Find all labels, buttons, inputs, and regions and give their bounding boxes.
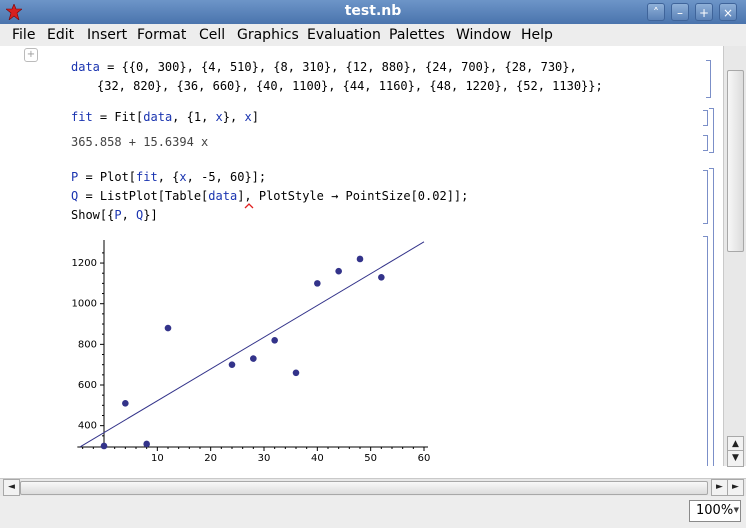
fit-args-2: }, <box>222 110 245 124</box>
window-title: test.nb <box>344 3 402 19</box>
plot-output[interactable]: 10 20 30 40 50 60 400 600 800 1000 1200 <box>60 232 440 466</box>
data-point <box>271 336 278 344</box>
data-point <box>314 280 321 287</box>
add-cell-button[interactable]: + <box>24 48 38 62</box>
x-tick-label: 50 <box>364 453 377 464</box>
cell-bracket-data[interactable] <box>706 60 711 98</box>
data-point <box>100 442 108 450</box>
p-args: , { <box>157 170 180 184</box>
data-point <box>335 267 342 275</box>
q-data-arg: data <box>208 189 238 203</box>
show-p: P <box>114 208 122 222</box>
menu-help[interactable]: Help <box>521 27 553 43</box>
cell-group-bracket-fit[interactable] <box>709 108 714 153</box>
fit-var-x1: x <box>215 110 223 124</box>
menu-file[interactable]: File <box>12 27 35 43</box>
menu-cell[interactable]: Cell <box>199 27 225 43</box>
fit-symbol: fit <box>71 110 93 124</box>
horizontal-scrollbar[interactable]: ◄ ► ► <box>0 478 746 497</box>
cell-bracket-plot-input[interactable] <box>703 170 708 224</box>
p-plot-call: = Plot[ <box>78 170 137 184</box>
vertical-scroll-thumb[interactable] <box>727 70 744 252</box>
fit-line <box>79 241 425 448</box>
data-point <box>292 369 300 377</box>
arrow-down-icon[interactable]: ▼ <box>727 450 744 467</box>
y-tick-label: 1200 <box>72 258 97 269</box>
y-tick-label: 1000 <box>72 299 97 310</box>
arrow-right-end-icon[interactable]: ► <box>727 479 744 496</box>
fit-input[interactable]: fit = Fit[data, {1, x}, x] <box>71 110 259 124</box>
p-fit-arg: fit <box>136 170 158 184</box>
data-point <box>143 440 150 448</box>
p-var-x: x <box>179 170 187 184</box>
vertical-scrollbar[interactable]: ▲ ▼ <box>723 46 746 467</box>
p-tail: , -5, 60}]; <box>186 170 267 184</box>
arrow-right-icon[interactable]: ► <box>711 479 728 496</box>
show-close: }] <box>143 208 158 222</box>
data-point <box>228 361 236 368</box>
data-symbol: data <box>71 60 100 74</box>
data-point <box>378 273 385 281</box>
menu-insert[interactable]: Insert <box>87 27 127 43</box>
menu-edit[interactable]: Edit <box>47 27 74 43</box>
cell-bracket-plot-output[interactable] <box>703 236 708 466</box>
q-listplot-call: = ListPlot[Table[ <box>78 189 209 203</box>
menu-format[interactable]: Format <box>137 27 186 43</box>
data-input-line-1[interactable]: data = {{0, 300}, {4, 510}, {8, 310}, {1… <box>71 60 577 74</box>
x-tick-label: 30 <box>258 453 271 464</box>
x-tick-label: 10 <box>151 453 164 464</box>
notebook-area[interactable]: + data = {{0, 300}, {4, 510}, {8, 310}, … <box>0 46 723 466</box>
x-tick-label: 40 <box>311 453 324 464</box>
shade-button[interactable]: ˄ <box>647 3 665 21</box>
title-bar: test.nb ˄ – + × <box>0 0 746 24</box>
fit-output[interactable]: 365.858 + 15.6394 x <box>71 135 208 149</box>
chevron-down-icon: ▼ <box>733 506 739 514</box>
cell-bracket-fit-output[interactable] <box>703 135 708 151</box>
menu-graphics[interactable]: Graphics <box>237 27 299 43</box>
cell-group-bracket-plot[interactable] <box>709 168 714 466</box>
data-point <box>164 324 172 332</box>
menu-evaluation[interactable]: Evaluation <box>307 27 381 43</box>
data-values-1: = {{0, 300}, {4, 510}, {8, 310}, {12, 88… <box>99 60 577 74</box>
minimize-button[interactable]: – <box>671 3 689 21</box>
data-point <box>250 355 257 362</box>
show-input[interactable]: Show[{P, Q}] <box>71 208 158 222</box>
menu-bar: File Edit Insert Format Cell Graphics Ev… <box>0 24 746 47</box>
y-tick-label: 400 <box>78 421 97 432</box>
zoom-value: 100% <box>696 503 734 518</box>
cell-bracket-fit-input[interactable] <box>703 110 708 126</box>
fit-arg-data: data <box>143 110 173 124</box>
fit-call: = Fit[ <box>92 110 144 124</box>
syntax-warning-icon <box>244 203 254 209</box>
arrow-left-icon[interactable]: ◄ <box>3 479 20 496</box>
data-point <box>356 255 364 263</box>
zoom-selector[interactable]: 100% ▼ <box>689 500 741 522</box>
x-tick-label: 60 <box>418 453 431 464</box>
y-tick-label: 600 <box>78 380 97 391</box>
plot-q-input[interactable]: Q = ListPlot[Table[data], PlotStyle → Po… <box>71 189 468 203</box>
plot-p-input[interactable]: P = Plot[fit, {x, -5, 60}]; <box>71 170 266 184</box>
q-tail: ], PlotStyle → PointSize[0.02]]; <box>237 189 469 203</box>
status-bar: 100% ▼ <box>0 496 746 528</box>
close-button[interactable]: × <box>719 3 737 21</box>
fit-close: ] <box>251 110 259 124</box>
y-tick-label: 800 <box>78 339 97 350</box>
x-tick-label: 20 <box>204 453 217 464</box>
maximize-button[interactable]: + <box>695 3 713 21</box>
horizontal-scroll-thumb[interactable] <box>20 481 708 495</box>
menu-palettes[interactable]: Palettes <box>389 27 445 43</box>
menu-window[interactable]: Window <box>456 27 511 43</box>
fit-var-x2: x <box>244 110 252 124</box>
data-point <box>122 399 129 407</box>
show-call: Show[{ <box>71 208 115 222</box>
data-input-line-2[interactable]: {32, 820}, {36, 660}, {40, 1100}, {44, 1… <box>97 79 603 93</box>
fit-args: , {1, <box>172 110 216 124</box>
show-sep: , <box>121 208 137 222</box>
